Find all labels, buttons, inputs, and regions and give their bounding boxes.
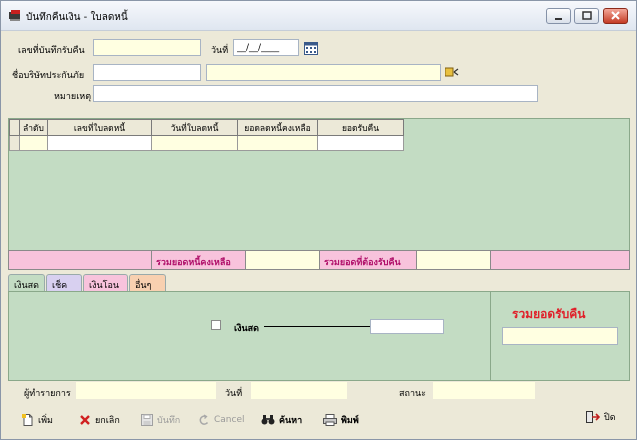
tab-transfer[interactable]: เงินโอน: [83, 274, 128, 291]
tab-cheque-label: เช็ค: [52, 281, 68, 291]
search-button[interactable]: ค้นหา: [261, 412, 302, 428]
cancel-button[interactable]: Cancel: [198, 412, 245, 428]
save-button[interactable]: บันทึก: [141, 412, 180, 428]
maximize-button[interactable]: [574, 8, 599, 24]
grid-header-row: ลำดับ เลขที่ใบลดหนี้ วันที่ใบลดหนี้ ยอดล…: [9, 119, 404, 136]
undo-icon: [199, 414, 209, 425]
binoculars-icon: [261, 415, 275, 425]
col-header-refund[interactable]: ยอดรับคืน: [317, 119, 404, 136]
payment-tabs: เงินสด เช็ค เงินโอน อื่นๆ: [8, 274, 630, 292]
doc-no-label: เลขที่บันทึกรับคืน: [18, 46, 85, 56]
refund-total-value: [416, 251, 491, 269]
col-header-remaining[interactable]: ยอดลดหนี้คงเหลือ: [237, 119, 318, 136]
cell-remaining[interactable]: [237, 135, 318, 151]
close-button[interactable]: ปิด: [586, 409, 616, 425]
date-input[interactable]: [233, 39, 299, 56]
note-label: หมายเหตุ: [54, 92, 92, 102]
close-icon: [611, 11, 620, 20]
cancel-document-label: ยกเลิก: [95, 416, 120, 426]
insurer-code-input[interactable]: [93, 64, 201, 81]
tab-cash-label: เงินสด: [14, 281, 39, 291]
note-input[interactable]: [93, 85, 538, 102]
floppy-disk-icon: [141, 414, 153, 426]
panel-divider: [490, 292, 491, 380]
table-row[interactable]: [9, 135, 404, 151]
cell-seq[interactable]: [19, 135, 48, 151]
tab-transfer-label: เงินโอน: [89, 281, 120, 291]
insurer-label: ชื่อบริษัทประกันภัย: [12, 71, 85, 81]
main-window: บันทึกคืนเงิน - ใบลดหนี้ เลขที่บันทึกรับ…: [0, 0, 637, 440]
add-button-label: เพิ่ม: [38, 416, 53, 426]
maximize-icon: [582, 11, 592, 20]
title-bar: บันทึกคืนเงิน - ใบลดหนี้: [1, 1, 636, 31]
operator-label: ผู้ทำรายการ: [24, 389, 71, 399]
col-header-seq[interactable]: ลำดับ: [19, 119, 48, 136]
cash-checkbox[interactable]: [211, 320, 221, 330]
cash-amount-input[interactable]: [370, 319, 444, 334]
tab-other[interactable]: อื่นๆ: [129, 274, 166, 291]
status-label: สถานะ: [399, 389, 426, 399]
x-icon: [80, 415, 90, 425]
summary-spacer: [9, 251, 152, 269]
status-value: [433, 382, 535, 399]
new-document-icon: [22, 414, 33, 426]
close-window-button[interactable]: [603, 8, 628, 24]
row-selector[interactable]: [9, 135, 20, 151]
insurer-name-input: [206, 64, 441, 81]
tab-cash[interactable]: เงินสด: [8, 274, 45, 292]
operator-value: [76, 382, 216, 399]
remaining-total-label: รวมยอดหนี้คงเหลือ: [156, 258, 231, 268]
cash-connector-line: [264, 326, 370, 327]
save-button-label: บันทึก: [157, 416, 181, 426]
col-header-credit-no[interactable]: เลขที่ใบลดหนี้: [47, 119, 152, 136]
summary-bar: รวมยอดหนี้คงเหลือ รวมยอดที่ต้องรับคืน: [8, 250, 630, 270]
print-button-label: พิมพ์: [341, 416, 359, 426]
footer-date-label: วันที่: [225, 389, 243, 399]
credit-note-grid: ลำดับ เลขที่ใบลดหนี้ วันที่ใบลดหนี้ ยอดล…: [8, 118, 630, 251]
grid-table: ลำดับ เลขที่ใบลดหนี้ วันที่ใบลดหนี้ ยอดล…: [9, 119, 404, 151]
date-label: วันที่: [211, 46, 229, 56]
app-icon: [9, 10, 20, 21]
calendar-icon[interactable]: [304, 41, 318, 55]
add-button[interactable]: เพิ่ม: [22, 412, 53, 428]
footer-date-value: [251, 382, 347, 399]
remaining-total-value: [245, 251, 320, 269]
minimize-icon: [555, 18, 562, 20]
total-refund-label: รวมยอดรับคืน: [512, 307, 586, 321]
bottom-toolbar: เพิ่ม ยกเลิก บันทึก Cancel ค้นหา พิมพ์ ป…: [8, 406, 630, 434]
exit-door-icon: [586, 411, 600, 423]
print-button[interactable]: พิมพ์: [323, 412, 359, 428]
window-title: บันทึกคืนเงิน - ใบลดหนี้: [26, 12, 128, 23]
cash-checkbox-label: เงินสด: [234, 324, 259, 334]
cell-credit-no[interactable]: [47, 135, 152, 151]
cancel-button-label: Cancel: [214, 415, 245, 425]
col-header-credit-date[interactable]: วันที่ใบลดหนี้: [151, 119, 238, 136]
lookup-icon[interactable]: [445, 66, 459, 78]
cell-refund[interactable]: [317, 135, 404, 151]
row-selector-header: [9, 119, 20, 136]
search-button-label: ค้นหา: [279, 416, 303, 426]
cell-credit-date[interactable]: [151, 135, 238, 151]
cash-tab-panel: เงินสด รวมยอดรับคืน: [8, 291, 630, 381]
tab-other-label: อื่นๆ: [135, 281, 152, 291]
printer-icon: [323, 414, 337, 426]
minimize-button[interactable]: [546, 8, 571, 24]
close-button-label: ปิด: [604, 413, 616, 423]
tab-cheque[interactable]: เช็ค: [46, 274, 82, 291]
total-refund-value: [502, 327, 618, 345]
refund-total-label: รวมยอดที่ต้องรับคืน: [324, 258, 401, 268]
cancel-document-button[interactable]: ยกเลิก: [79, 412, 120, 428]
doc-no-input[interactable]: [93, 39, 201, 56]
